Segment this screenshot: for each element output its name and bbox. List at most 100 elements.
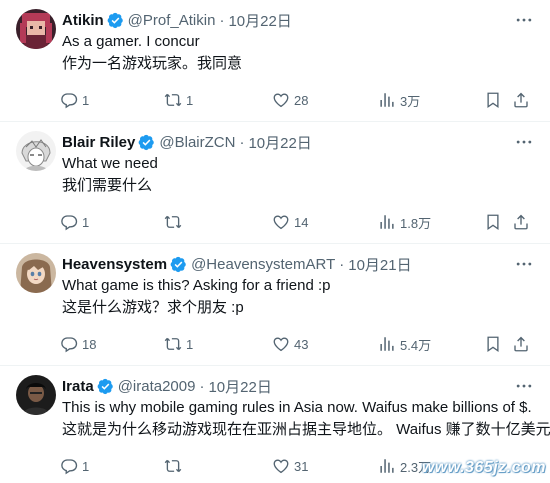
- tweet-text-translation: 这就是为什么移动游戏现在在亚洲占据主导地位。 Waifus 赚了数十亿美元。: [62, 421, 550, 438]
- user-handle[interactable]: @Prof_Atikin: [128, 12, 216, 29]
- retweet-icon: [164, 91, 182, 109]
- bar-chart-icon: [378, 457, 396, 475]
- more-options-button[interactable]: [512, 374, 536, 398]
- retweet-icon: [164, 457, 182, 475]
- separator-dot: ·: [219, 11, 225, 29]
- view-count: 5.4万: [400, 337, 432, 353]
- avatar-anime-sketch-icon: [16, 131, 56, 171]
- retweet-button[interactable]: 1: [164, 89, 193, 111]
- reply-count: 18: [82, 336, 97, 352]
- display-name[interactable]: Atikin: [62, 12, 104, 29]
- share-icon: [512, 335, 530, 353]
- separator-dot: ·: [239, 133, 245, 151]
- reply-count: 1: [82, 92, 90, 108]
- retweet-count: 1: [186, 336, 194, 352]
- tweet-text-original: What game is this? Asking for a friend :…: [62, 277, 331, 294]
- separator-dot: ·: [339, 255, 345, 273]
- tweet[interactable]: Irata @irata2009 · 10月22日 This is why mo…: [0, 366, 550, 483]
- bookmark-icon: [484, 213, 502, 231]
- share-button[interactable]: [512, 89, 530, 111]
- verified-badge-icon: [97, 378, 114, 395]
- action-bar: 1 1 28 3万: [60, 89, 534, 111]
- tweet-header: Blair Riley @BlairZCN · 10月22日: [62, 131, 312, 153]
- views-button[interactable]: 3万: [378, 89, 420, 111]
- bar-chart-icon: [378, 335, 396, 353]
- tweet-text-original: As a gamer. I concur: [62, 33, 200, 50]
- retweet-button[interactable]: [164, 211, 186, 233]
- tweet-text-original: What we need: [62, 155, 158, 172]
- user-handle[interactable]: @irata2009: [118, 378, 196, 395]
- tweet-header: Atikin @Prof_Atikin · 10月22日: [62, 9, 292, 31]
- tweet-text-translation: 这是什么游戏？求个朋友 :p: [62, 299, 244, 316]
- tweet[interactable]: Atikin @Prof_Atikin · 10月22日 As a gamer.…: [0, 0, 550, 122]
- action-bar: 18 1 43 5.4万: [60, 333, 534, 355]
- display-name[interactable]: Irata: [62, 378, 94, 395]
- reply-button[interactable]: 1: [60, 89, 89, 111]
- tweet[interactable]: Blair Riley @BlairZCN · 10月22日 What we n…: [0, 122, 550, 244]
- like-count: 31: [294, 458, 309, 474]
- more-options-button[interactable]: [512, 130, 536, 154]
- retweet-icon: [164, 335, 182, 353]
- bookmark-button[interactable]: [484, 89, 502, 111]
- reply-count: 1: [82, 458, 90, 474]
- like-button[interactable]: 43: [272, 333, 308, 355]
- user-handle[interactable]: @HeavensystemART: [191, 256, 335, 273]
- reply-icon: [60, 457, 78, 475]
- like-button[interactable]: 28: [272, 89, 308, 111]
- share-button[interactable]: [512, 333, 530, 355]
- retweet-button[interactable]: [164, 455, 186, 477]
- tweet-date[interactable]: 10月21日: [348, 254, 411, 275]
- bar-chart-icon: [378, 213, 396, 231]
- heart-icon: [272, 335, 290, 353]
- tweet-date[interactable]: 10月22日: [208, 376, 271, 397]
- watermark: www.365jz.com: [421, 459, 546, 476]
- retweet-button[interactable]: 1: [164, 333, 193, 355]
- like-button[interactable]: 31: [272, 455, 308, 477]
- more-icon: [514, 376, 534, 396]
- share-button[interactable]: [512, 211, 530, 233]
- view-count: 1.8万: [400, 215, 432, 231]
- verified-badge-icon: [138, 134, 155, 151]
- avatar[interactable]: [16, 375, 56, 415]
- more-icon: [514, 254, 534, 274]
- views-button[interactable]: 1.8万: [378, 211, 431, 233]
- bookmark-icon: [484, 91, 502, 109]
- reply-button[interactable]: 1: [60, 211, 89, 233]
- bar-chart-icon: [378, 91, 396, 109]
- tweet-header: Irata @irata2009 · 10月22日: [62, 375, 272, 397]
- retweet-count: 1: [186, 92, 194, 108]
- avatar[interactable]: [16, 131, 56, 171]
- tweet-date[interactable]: 10月22日: [228, 10, 291, 31]
- share-icon: [512, 91, 530, 109]
- more-options-button[interactable]: [512, 252, 536, 276]
- user-handle[interactable]: @BlairZCN: [159, 134, 235, 151]
- reply-button[interactable]: 18: [60, 333, 96, 355]
- like-count: 28: [294, 92, 309, 108]
- heart-icon: [272, 457, 290, 475]
- bookmark-icon: [484, 335, 502, 353]
- tweet-text-translation: 我们需要什么: [62, 177, 153, 194]
- heart-icon: [272, 91, 290, 109]
- like-count: 14: [294, 214, 309, 230]
- view-count: 3万: [400, 93, 421, 109]
- display-name[interactable]: Blair Riley: [62, 134, 135, 151]
- tweet-text-original: This is why mobile gaming rules in Asia …: [62, 399, 532, 416]
- tweet-date[interactable]: 10月22日: [248, 132, 311, 153]
- reply-button[interactable]: 1: [60, 455, 89, 477]
- heart-icon: [272, 213, 290, 231]
- avatar[interactable]: [16, 253, 56, 293]
- share-icon: [512, 213, 530, 231]
- bookmark-button[interactable]: [484, 211, 502, 233]
- avatar-anime-girl-icon: [16, 253, 56, 293]
- display-name[interactable]: Heavensystem: [62, 256, 167, 273]
- reply-icon: [60, 213, 78, 231]
- tweet[interactable]: Heavensystem @HeavensystemART · 10月21日 W…: [0, 244, 550, 366]
- like-count: 43: [294, 336, 309, 352]
- verified-badge-icon: [107, 12, 124, 29]
- bookmark-button[interactable]: [484, 333, 502, 355]
- views-button[interactable]: 5.4万: [378, 333, 431, 355]
- like-button[interactable]: 14: [272, 211, 308, 233]
- avatar[interactable]: [16, 9, 56, 49]
- tweet-header: Heavensystem @HeavensystemART · 10月21日: [62, 253, 412, 275]
- more-options-button[interactable]: [512, 8, 536, 32]
